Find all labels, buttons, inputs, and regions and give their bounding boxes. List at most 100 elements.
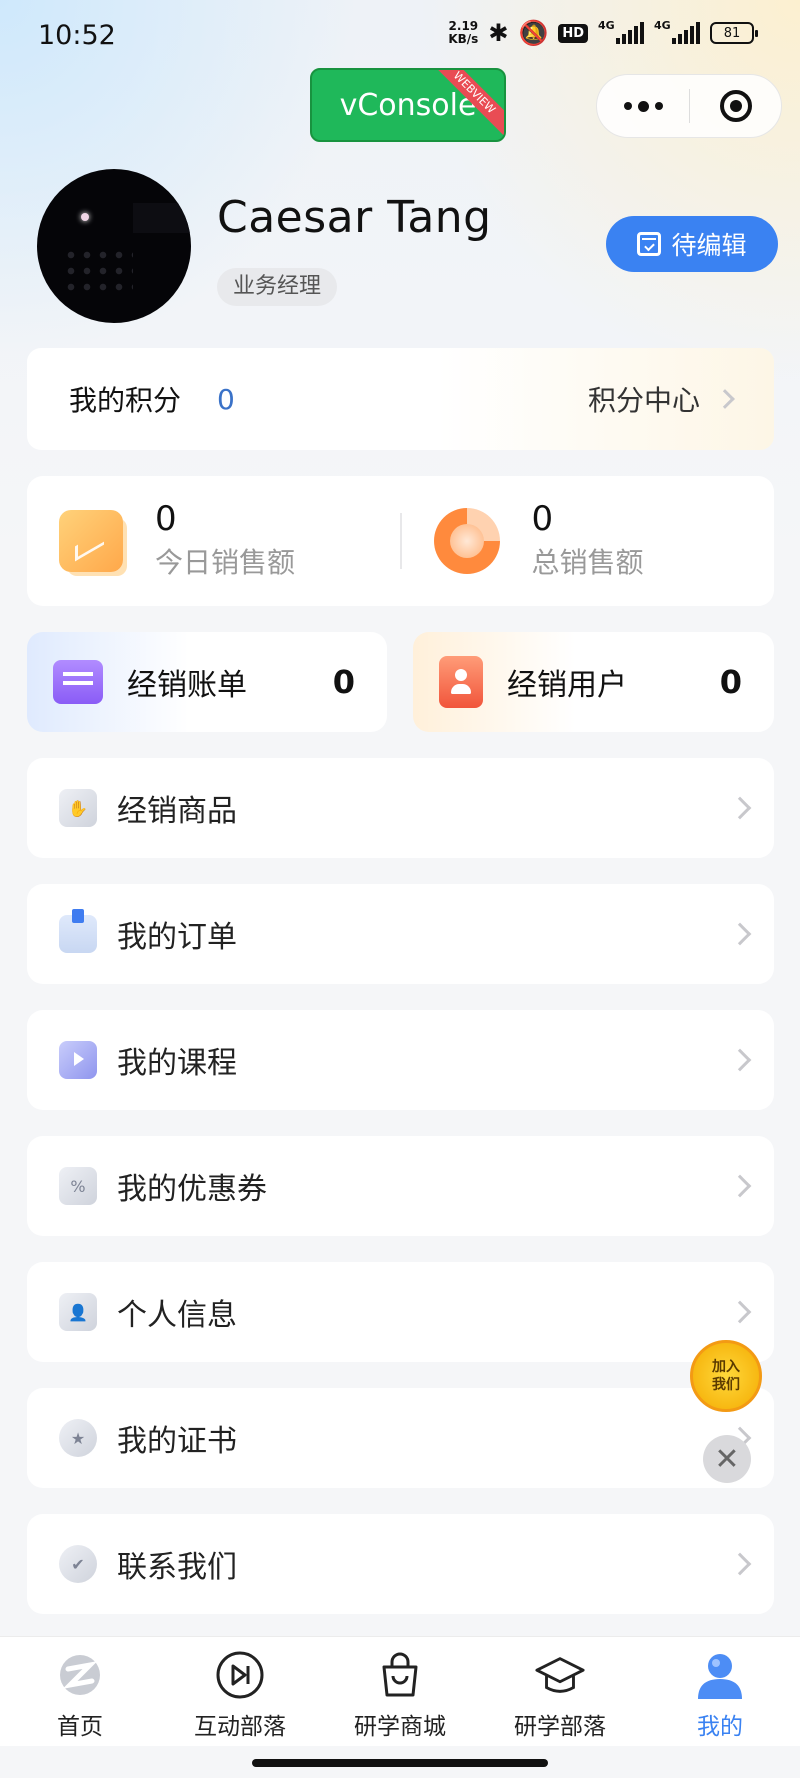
avatar-grid — [63, 247, 133, 297]
today-sales: 0 今日销售额 — [27, 476, 400, 606]
dealer-users-card[interactable]: 经销用户 0 — [413, 632, 774, 732]
total-sales-label: 总销售额 — [531, 546, 644, 579]
target-close-icon — [719, 90, 752, 122]
tab-mine[interactable]: 我的 — [640, 1637, 800, 1746]
status-icons: 2.19 KB/s ✱ 🔕 HD 4G 4G 81 — [448, 19, 758, 47]
points-label: 我的积分 — [69, 384, 182, 417]
chevron-right-icon — [728, 796, 752, 820]
bottom-tab-bar: 首页 互动部落 研学商城 研学部落 我的 — [0, 1636, 800, 1746]
vconsole-label: vConsole — [339, 87, 477, 123]
user-card-icon — [439, 656, 483, 708]
total-sales-value: 0 — [531, 499, 554, 539]
chevron-right-icon — [728, 1048, 752, 1072]
product-icon: ✋ — [59, 789, 97, 827]
graduation-cap-icon — [534, 1649, 586, 1701]
menu-item-label: 个人信息 — [117, 1298, 237, 1333]
avatar[interactable] — [37, 169, 191, 323]
chevron-right-icon — [728, 922, 752, 946]
edit-profile-label: 待编辑 — [671, 231, 747, 260]
home-logo-icon — [54, 1649, 106, 1701]
hd-badge: HD — [558, 23, 588, 43]
status-bar: 10:52 2.19 KB/s ✱ 🔕 HD 4G 4G 81 — [0, 0, 800, 72]
home-indicator — [252, 1759, 548, 1767]
bill-icon — [53, 660, 103, 704]
chevron-right-icon — [728, 1174, 752, 1198]
join-us-line1: 加入 — [712, 1359, 740, 1375]
profile-card-icon: 👤 — [59, 1293, 97, 1331]
total-sales: 0 总销售额 — [402, 476, 775, 606]
bluetooth-icon: ✱ — [488, 19, 509, 47]
battery-level: 81 — [723, 25, 741, 41]
tab-label: 研学部落 — [514, 1714, 606, 1740]
menu-item-my-coupons[interactable]: % 我的优惠券 — [27, 1136, 774, 1236]
chevron-right-icon — [728, 1552, 752, 1576]
chevron-right-icon — [715, 389, 735, 409]
user-icon — [694, 1649, 746, 1701]
dealer-users-label: 经销用户 — [507, 668, 627, 703]
tab-interactive-tribe[interactable]: 互动部落 — [160, 1637, 320, 1746]
dealer-users-value: 0 — [719, 663, 742, 701]
more-dot-icon — [654, 102, 663, 110]
play-circle-icon — [214, 1649, 266, 1701]
tab-label: 首页 — [57, 1714, 103, 1740]
join-us-button[interactable]: 加入 我们 — [690, 1340, 762, 1412]
order-icon — [59, 909, 97, 953]
points-center-label: 积分中心 — [587, 384, 700, 417]
points-center-link[interactable]: 积分中心 — [587, 379, 735, 419]
today-sales-label: 今日销售额 — [155, 546, 296, 579]
tab-home[interactable]: 首页 — [0, 1637, 160, 1746]
miniprogram-capsule — [596, 74, 782, 138]
dealer-bills-card[interactable]: 经销账单 0 — [27, 632, 387, 732]
pie-chart-icon — [433, 508, 500, 574]
avatar-light — [81, 213, 89, 221]
menu-item-my-orders[interactable]: 我的订单 — [27, 884, 774, 984]
sales-summary-card: 0 今日销售额 0 总销售额 — [27, 476, 774, 606]
network-speed-unit: KB/s — [448, 32, 479, 46]
tab-study-mall[interactable]: 研学商城 — [320, 1637, 480, 1746]
dealer-bills-label: 经销账单 — [127, 668, 247, 703]
calendar-check-icon — [637, 232, 662, 256]
menu-item-label: 我的课程 — [117, 1046, 237, 1081]
menu-item-label: 联系我们 — [117, 1550, 237, 1585]
tab-label: 我的 — [697, 1714, 743, 1740]
tab-study-tribe[interactable]: 研学部落 — [480, 1637, 640, 1746]
menu-item-label: 我的优惠券 — [117, 1172, 267, 1207]
tab-label: 研学商城 — [354, 1714, 446, 1740]
shopping-bag-icon — [374, 1649, 426, 1701]
menu-item-label: 我的订单 — [117, 920, 237, 955]
trend-chart-icon — [59, 510, 123, 572]
vconsole-button[interactable]: vConsole WEBVIEW — [310, 68, 506, 142]
chevron-right-icon — [728, 1300, 752, 1324]
close-icon: ✕ — [714, 1441, 740, 1477]
dealer-bills-value: 0 — [332, 663, 355, 701]
menu-item-dealer-products[interactable]: ✋ 经销商品 — [27, 758, 774, 858]
signal-2-label: 4G — [654, 19, 671, 32]
signal-1-label: 4G — [598, 19, 615, 32]
menu-item-my-certificates[interactable]: ★ 我的证书 — [27, 1388, 774, 1488]
role-badge: 业务经理 — [217, 268, 338, 306]
network-speed: 2.19 KB/s — [448, 20, 478, 46]
menu-item-personal-info[interactable]: 👤 个人信息 — [27, 1262, 774, 1362]
battery-icon: 81 — [710, 22, 758, 44]
more-options-button[interactable] — [597, 75, 689, 137]
signal-icon-2: 4G — [654, 19, 700, 44]
points-card: 我的积分 0 积分中心 — [27, 348, 774, 450]
close-float-button[interactable]: ✕ — [703, 1435, 751, 1483]
today-sales-value: 0 — [155, 499, 177, 539]
coupon-icon: % — [59, 1167, 97, 1205]
avatar-panel — [133, 203, 191, 233]
points-value: 0 — [217, 382, 235, 416]
more-dot-icon — [637, 100, 649, 112]
contact-icon: ✔ — [59, 1545, 97, 1583]
edit-profile-button[interactable]: 待编辑 — [606, 216, 778, 272]
signal-icon-1: 4G — [598, 19, 644, 44]
close-miniprogram-button[interactable] — [690, 75, 781, 137]
menu-item-contact-us[interactable]: ✔ 联系我们 — [27, 1514, 774, 1614]
menu-item-my-courses[interactable]: 我的课程 — [27, 1010, 774, 1110]
course-icon — [59, 1041, 97, 1079]
user-name: Caesar Tang — [217, 192, 492, 243]
more-dot-icon — [623, 102, 632, 110]
mute-bell-icon: 🔕 — [518, 19, 549, 47]
medal-icon: ★ — [59, 1419, 97, 1457]
join-us-line2: 我们 — [712, 1377, 740, 1393]
